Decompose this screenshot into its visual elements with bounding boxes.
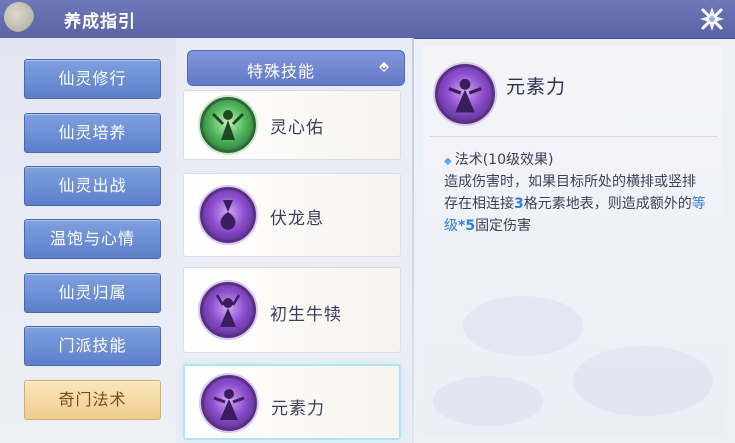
title-bar: 养成指引 — [0, 0, 735, 39]
desc-text: 格元素地表，则造成额外的 — [523, 196, 692, 212]
window-title: 养成指引 — [64, 12, 136, 32]
skill-name: 初生牛犊 — [270, 305, 342, 325]
detail-description: 造成伤害时，如果目标所处的横排或竖排存在相连接3格元素地表，则造成额外的等级*5… — [444, 171, 709, 237]
purple-spirit-icon — [200, 187, 256, 243]
desc-text: 固定伤害 — [475, 218, 532, 234]
detail-skill-icon — [435, 64, 495, 124]
nav-item-xianling-practice[interactable]: 仙灵修行 — [24, 59, 161, 99]
skill-card-yuansuli[interactable]: 元素力 — [183, 364, 401, 440]
nav-item-sect-skills[interactable]: 门派技能 — [24, 326, 161, 366]
chevron-down-icon — [379, 62, 389, 72]
green-figure-icon — [200, 97, 256, 153]
category-dropdown-label: 特殊技能 — [246, 62, 315, 81]
detail-divider — [430, 136, 718, 137]
purple-dancer-icon — [201, 375, 257, 431]
skill-name: 灵心佑 — [270, 118, 324, 138]
desc-highlight-multiplier: *5 — [458, 218, 476, 234]
desc-highlight-number: 3 — [514, 196, 524, 212]
cloud-decoration — [433, 376, 543, 426]
skill-card-lingxinyou[interactable]: 灵心佑 — [183, 90, 401, 160]
diamond-bullet-icon: ◆ — [444, 156, 452, 167]
skill-card-fulongxi[interactable]: 伏龙息 — [183, 173, 401, 257]
cloud-decoration — [573, 346, 713, 416]
skill-name: 伏龙息 — [270, 209, 324, 229]
panel-divider — [412, 38, 414, 443]
close-button[interactable] — [693, 3, 731, 35]
nav-item-xianling-train[interactable]: 仙灵培养 — [24, 113, 161, 153]
cloud-decoration — [463, 296, 583, 356]
nav-item-xianling-ownership[interactable]: 仙灵归属 — [24, 273, 161, 313]
detail-subtitle: ◆ 法术(10级效果) — [444, 149, 553, 169]
skill-name: 元素力 — [271, 399, 325, 419]
close-icon — [700, 7, 724, 31]
nav-item-qimen-spells[interactable]: 奇门法术 — [24, 380, 161, 420]
nav-item-food-mood[interactable]: 温饱与心情 — [24, 219, 161, 259]
moon-decoration-icon — [4, 2, 34, 32]
detail-subtitle-text: 法术(10级效果) — [454, 152, 554, 168]
detail-skill-name: 元素力 — [506, 76, 567, 98]
category-dropdown[interactable]: 特殊技能 — [187, 50, 405, 86]
purple-figure-icon — [200, 282, 256, 338]
nav-item-xianling-battle[interactable]: 仙灵出战 — [24, 166, 161, 206]
skill-card-chushengniudu[interactable]: 初生牛犊 — [183, 267, 401, 353]
